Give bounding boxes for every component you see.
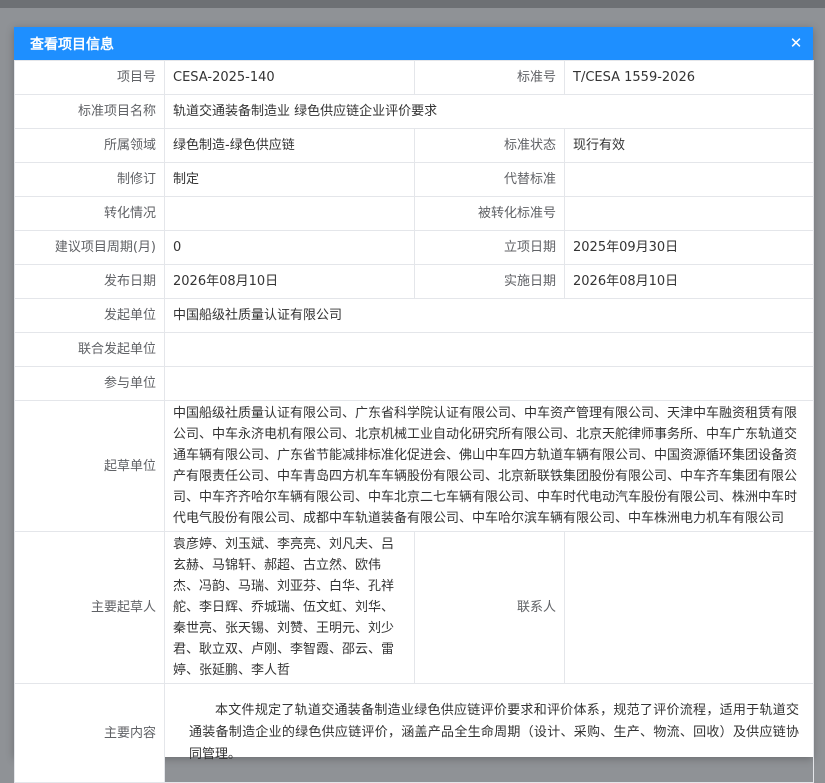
table-row: 转化情况 被转化标准号 (14, 196, 814, 231)
participant-value (164, 366, 814, 401)
contact-value (564, 531, 814, 684)
conversion-value (164, 196, 415, 231)
table-row: 起草单位 中国船级社质量认证有限公司、广东省科学院认证有限公司、中车资产管理有限… (14, 400, 814, 532)
implement-date-label: 实施日期 (414, 264, 565, 299)
main-content-text: 本文件规定了轨道交通装备制造业绿色供应链评价要求和评价体系，规范了评价流程，适用… (189, 703, 799, 762)
project-no-label: 项目号 (14, 60, 165, 95)
drafting-units-value: 中国船级社质量认证有限公司、广东省科学院认证有限公司、中车资产管理有限公司、天津… (164, 400, 814, 532)
conversion-label: 转化情况 (14, 196, 165, 231)
table-row: 发布日期 2026年08月10日 实施日期 2026年08月10日 (14, 264, 814, 299)
table-row: 联合发起单位 (14, 332, 814, 367)
converted-no-value (564, 196, 814, 231)
participant-label: 参与单位 (14, 366, 165, 401)
table-row: 参与单位 (14, 366, 814, 401)
project-info-dialog: 查看项目信息 ✕ 项目号 CESA-2025-140 标准号 T/CESA 15… (14, 27, 814, 783)
replace-standard-value (564, 162, 814, 197)
initiator-label: 发起单位 (14, 298, 165, 333)
co-initiator-value (164, 332, 814, 367)
table-row: 项目号 CESA-2025-140 标准号 T/CESA 1559-2026 (14, 60, 814, 95)
dialog-body: 项目号 CESA-2025-140 标准号 T/CESA 1559-2026 标… (14, 60, 814, 783)
publish-date-value: 2026年08月10日 (164, 264, 415, 299)
table-row: 主要内容 本文件规定了轨道交通装备制造业绿色供应链评价要求和评价体系，规范了评价… (14, 683, 814, 783)
approval-date-label: 立项日期 (414, 230, 565, 265)
period-value: 0 (164, 230, 415, 265)
revision-value: 制定 (164, 162, 415, 197)
approval-date-value: 2025年09月30日 (564, 230, 814, 265)
status-value: 现行有效 (564, 128, 814, 163)
drafters-label: 主要起草人 (14, 531, 165, 684)
period-label: 建议项目周期(月) (14, 230, 165, 265)
table-row: 建议项目周期(月) 0 立项日期 2025年09月30日 (14, 230, 814, 265)
table-row: 制修订 制定 代替标准 (14, 162, 814, 197)
table-row: 标准项目名称 轨道交通装备制造业 绿色供应链企业评价要求 (14, 94, 814, 129)
main-content-label: 主要内容 (14, 683, 165, 783)
standard-no-label: 标准号 (414, 60, 565, 95)
domain-value: 绿色制造-绿色供应链 (164, 128, 415, 163)
replace-standard-label: 代替标准 (414, 162, 565, 197)
converted-no-label: 被转化标准号 (414, 196, 565, 231)
drafters-value: 袁彦婷、刘玉斌、李亮亮、刘凡夫、吕玄赫、马锦轩、郝超、古立然、欧伟杰、冯韵、马瑞… (164, 531, 415, 684)
project-no-value: CESA-2025-140 (164, 60, 415, 95)
standard-no-value: T/CESA 1559-2026 (564, 60, 814, 95)
drafting-units-label: 起草单位 (14, 400, 165, 532)
main-content-cell: 本文件规定了轨道交通装备制造业绿色供应链评价要求和评价体系，规范了评价流程，适用… (164, 683, 814, 783)
domain-label: 所属领域 (14, 128, 165, 163)
dialog-title: 查看项目信息 (30, 36, 114, 53)
page-backdrop (0, 0, 825, 8)
co-initiator-label: 联合发起单位 (14, 332, 165, 367)
standard-name-value: 轨道交通装备制造业 绿色供应链企业评价要求 (164, 94, 814, 129)
table-row: 所属领域 绿色制造-绿色供应链 标准状态 现行有效 (14, 128, 814, 163)
table-row: 主要起草人 袁彦婷、刘玉斌、李亮亮、刘凡夫、吕玄赫、马锦轩、郝超、古立然、欧伟杰… (14, 531, 814, 684)
status-label: 标准状态 (414, 128, 565, 163)
close-icon[interactable]: ✕ (789, 36, 803, 51)
standard-name-label: 标准项目名称 (14, 94, 165, 129)
project-info-table: 项目号 CESA-2025-140 标准号 T/CESA 1559-2026 标… (14, 60, 814, 783)
dialog-header: 查看项目信息 ✕ (14, 27, 813, 60)
publish-date-label: 发布日期 (14, 264, 165, 299)
revision-label: 制修订 (14, 162, 165, 197)
implement-date-value: 2026年08月10日 (564, 264, 814, 299)
contact-label: 联系人 (414, 531, 565, 684)
initiator-value: 中国船级社质量认证有限公司 (164, 298, 814, 333)
table-row: 发起单位 中国船级社质量认证有限公司 (14, 298, 814, 333)
